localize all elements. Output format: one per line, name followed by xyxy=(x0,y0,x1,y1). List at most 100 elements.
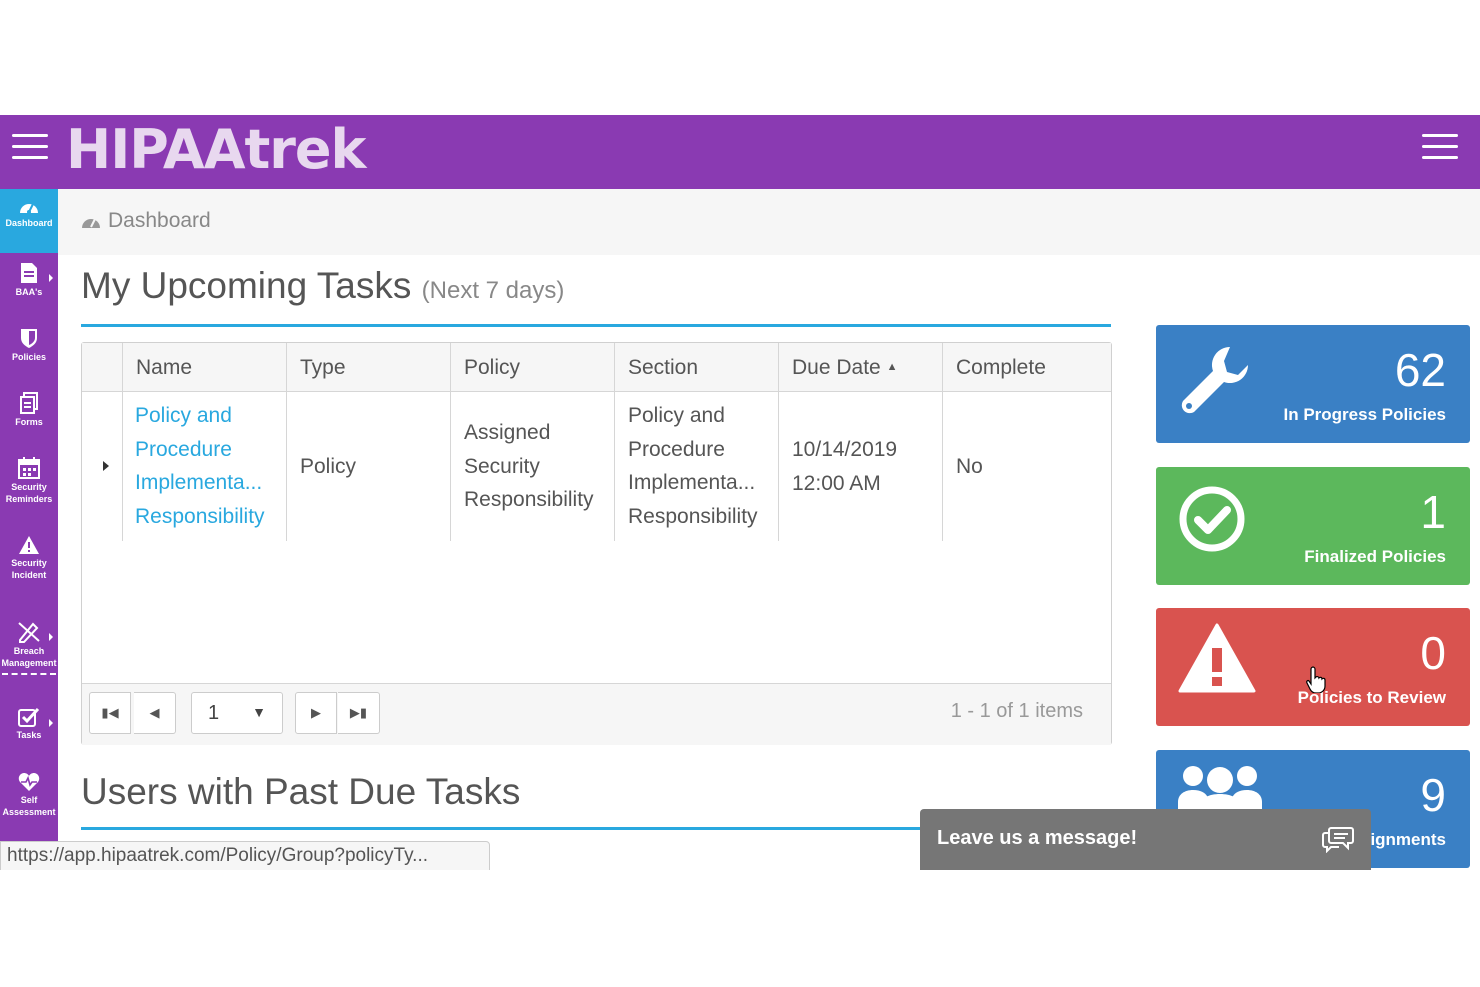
task-policy-line: Responsibility xyxy=(464,488,594,511)
task-policy-line: Assigned xyxy=(464,421,551,444)
pager-info: 1 - 1 of 1 items xyxy=(950,700,1083,722)
first-page-icon: ▮◀ xyxy=(101,705,119,720)
heartbeat-icon xyxy=(18,773,40,791)
sidebar-item-label: BAA's xyxy=(15,287,43,297)
past-due-title: Users with Past Due Tasks xyxy=(81,771,521,812)
chevron-right-icon xyxy=(49,274,53,282)
chat-widget[interactable]: Leave us a message! xyxy=(920,809,1371,870)
upcoming-tasks-grid: Name Type Policy Section Due Date ▲ Comp… xyxy=(81,342,1112,745)
column-header-label: Due Date xyxy=(792,356,881,379)
tasks-icon xyxy=(18,707,40,727)
last-page-button[interactable]: ▶▮ xyxy=(338,692,380,734)
upcoming-tasks-title: My Upcoming Tasks (Next 7 days) xyxy=(81,265,564,307)
column-header-complete[interactable]: Complete xyxy=(956,356,1046,380)
sidebar-item-label: Forms xyxy=(15,417,43,427)
sidebar: Dashboard BAA's Policies Forms Security … xyxy=(0,189,58,870)
sidebar-item-dashboard[interactable]: Dashboard xyxy=(0,189,58,253)
status-bar-url: https://app.hipaatrek.com/Policy/Group?p… xyxy=(0,841,490,870)
task-complete: No xyxy=(956,455,983,478)
tile-value: 62 xyxy=(1394,344,1446,396)
sidebar-item-label: Dashboard xyxy=(5,218,53,228)
app-logo[interactable]: HIPAAtrek xyxy=(66,117,366,183)
tile-caption: ignments xyxy=(1370,830,1446,849)
sidebar-item-breach-management[interactable]: Breach Management xyxy=(0,613,58,685)
calendar-icon xyxy=(18,457,40,479)
breadcrumb-item[interactable]: Dashboard xyxy=(80,209,211,233)
sort-ascending-icon: ▲ xyxy=(886,361,898,373)
app-window: HIPAAtrek Dashboard BAA's Policies Forms… xyxy=(0,115,1480,870)
sidebar-item-label: Tasks xyxy=(16,730,42,740)
grid-pager: ▮◀ ◀ 1 ▼ ▶ ▶▮ 1 - 1 of 1 items xyxy=(82,683,1111,745)
task-policy-line: Security xyxy=(464,454,540,478)
wrench-icon xyxy=(1181,346,1248,414)
sidebar-item-label: Security Reminders xyxy=(5,482,53,504)
task-policy: Assigned Security Responsibility xyxy=(464,416,594,517)
chat-bubbles-icon xyxy=(1322,827,1354,853)
document-icon xyxy=(21,263,37,283)
user-menu-icon[interactable] xyxy=(1422,134,1458,160)
breadcrumb: Dashboard xyxy=(58,189,1480,255)
shield-icon xyxy=(21,329,37,348)
next-page-icon: ▶ xyxy=(311,705,321,720)
column-header-name[interactable]: Name xyxy=(136,356,192,380)
tile-finalized-policies[interactable]: 1 Finalized Policies xyxy=(1156,467,1470,585)
sidebar-item-policies[interactable]: Policies xyxy=(0,319,58,383)
section-subtitle: (Next 7 days) xyxy=(421,277,565,304)
task-section-line: Responsibility xyxy=(628,504,758,528)
column-header-due-date[interactable]: Due Date ▲ xyxy=(792,356,897,380)
sidebar-item-label: Security Incident xyxy=(11,558,47,580)
breadcrumb-label: Dashboard xyxy=(108,209,211,232)
column-divider xyxy=(122,343,123,541)
column-header-section[interactable]: Section xyxy=(628,356,698,380)
sidebar-item-security-incident[interactable]: Security Incident xyxy=(0,527,58,599)
prev-page-icon: ◀ xyxy=(149,705,160,720)
users-icon xyxy=(1178,766,1262,810)
sidebar-item-label: Breach Management xyxy=(1,646,57,668)
chevron-right-icon xyxy=(49,719,53,727)
tile-value: 0 xyxy=(1420,627,1446,679)
top-bar: HIPAAtrek xyxy=(0,115,1480,189)
first-page-button[interactable]: ▮◀ xyxy=(89,692,131,734)
due-date-line: 10/14/2019 xyxy=(792,438,898,461)
tile-value: 9 xyxy=(1420,769,1446,821)
section-title: My Upcoming Tasks xyxy=(81,265,412,306)
column-divider xyxy=(450,343,451,541)
column-divider xyxy=(614,343,615,541)
tile-value: 1 xyxy=(1420,486,1446,538)
warning-icon xyxy=(19,536,39,554)
page-select[interactable]: 1 ▼ xyxy=(191,692,283,734)
column-header-type[interactable]: Type xyxy=(300,356,346,380)
column-header-policy[interactable]: Policy xyxy=(464,356,520,380)
chevron-down-icon: ▼ xyxy=(252,704,266,720)
task-section-line: Procedure xyxy=(628,437,725,461)
check-circle-icon xyxy=(1179,486,1245,552)
task-name-line: Implementa... xyxy=(135,471,263,494)
dashboard-icon xyxy=(20,203,38,214)
dashboard-icon xyxy=(82,218,100,228)
task-section-line: Policy and xyxy=(628,404,725,427)
prev-page-button[interactable]: ◀ xyxy=(134,692,176,734)
task-name-link[interactable]: Policy and Procedure Implementa... Respo… xyxy=(135,399,265,533)
due-time-line: 12:00 AM xyxy=(792,471,881,495)
sidebar-item-label: Self Assessment xyxy=(2,795,56,817)
column-divider xyxy=(778,343,779,541)
chat-label: Leave us a message! xyxy=(937,827,1138,849)
sidebar-item-forms[interactable]: Forms xyxy=(0,384,58,448)
task-section-line: Implementa... xyxy=(628,471,756,494)
sidebar-item-self-assessment[interactable]: Self Assessment xyxy=(0,764,58,836)
next-page-button[interactable]: ▶ xyxy=(295,692,337,734)
expand-row-icon[interactable] xyxy=(103,461,109,471)
sidebar-item-tasks[interactable]: Tasks xyxy=(0,699,58,763)
last-page-icon: ▶▮ xyxy=(349,705,368,720)
tile-caption: Finalized Policies xyxy=(1304,547,1446,566)
forms-icon xyxy=(20,392,38,414)
task-due-date: 10/14/2019 12:00 AM xyxy=(792,433,897,500)
task-name-line: Policy and xyxy=(135,404,232,427)
sidebar-item-security-reminders[interactable]: Security Reminders xyxy=(0,449,58,521)
warning-icon xyxy=(1178,623,1256,693)
chevron-right-icon xyxy=(49,633,53,641)
tile-in-progress-policies[interactable]: 62 In Progress Policies xyxy=(1156,325,1470,443)
menu-toggle-icon[interactable] xyxy=(12,134,48,160)
sidebar-item-label: Policies xyxy=(11,352,47,362)
sidebar-item-baas[interactable]: BAA's xyxy=(0,254,58,318)
